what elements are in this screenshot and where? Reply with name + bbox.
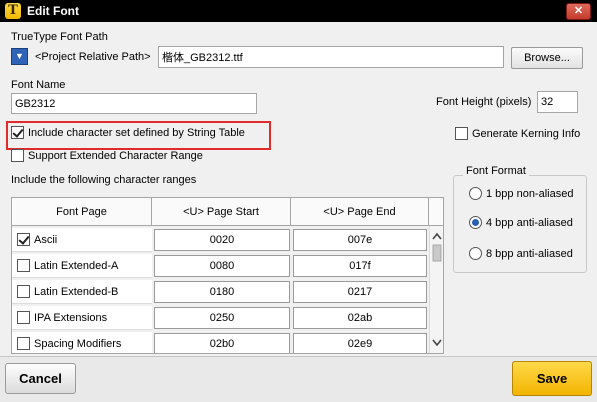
font-name-label: Font Name [11, 79, 66, 91]
row-checkbox[interactable] [17, 337, 30, 350]
format-label-8bpp: 8 bpp anti-aliased [486, 247, 573, 260]
path-type-dropdown-icon[interactable]: ▼ [11, 48, 28, 65]
row-page-end[interactable]: 007e [293, 229, 427, 251]
row-page-start[interactable]: 0250 [154, 307, 290, 329]
include-string-table-label: Include character set defined by String … [28, 126, 245, 139]
window-title: Edit Font [27, 4, 79, 18]
radio-8bpp[interactable] [469, 247, 482, 260]
generate-kerning-option[interactable]: Generate Kerning Info [455, 127, 580, 140]
row-page-end[interactable]: 02ab [293, 307, 427, 329]
column-header-page-start[interactable]: <U> Page Start [152, 198, 291, 226]
row-page-end[interactable]: 017f [293, 255, 427, 277]
format-option-4bpp[interactable]: 4 bpp anti-aliased [469, 216, 573, 229]
extended-range-label: Support Extended Character Range [28, 149, 203, 162]
format-label-1bpp: 1 bpp non-aliased [486, 187, 574, 200]
character-ranges-table: Font Page <U> Page Start <U> Page End As… [11, 197, 444, 354]
radio-1bpp[interactable] [469, 187, 482, 200]
extended-range-option[interactable]: Support Extended Character Range [11, 149, 203, 162]
generate-kerning-label: Generate Kerning Info [472, 127, 581, 140]
scrollbar-arrows-icon[interactable] [430, 226, 444, 353]
row-font-page: Spacing Modifiers [34, 337, 122, 350]
row-page-start[interactable]: 0020 [154, 229, 290, 251]
row-page-start[interactable]: 0180 [154, 281, 290, 303]
path-type-label[interactable]: <Project Relative Path> [35, 51, 151, 63]
font-name-input[interactable]: GB2312 [11, 93, 257, 114]
save-button[interactable]: Save [512, 361, 592, 396]
footer-bar [0, 356, 597, 402]
column-header-font-page[interactable]: Font Page [12, 198, 152, 226]
font-height-input[interactable]: 32 [537, 91, 578, 113]
row-checkbox[interactable] [17, 233, 30, 246]
extended-range-checkbox[interactable] [11, 149, 24, 162]
row-page-start[interactable]: 02b0 [154, 333, 290, 353]
table-row-latin-extended-a[interactable]: Latin Extended-A [12, 254, 152, 278]
row-page-end[interactable]: 02e9 [293, 333, 427, 353]
font-path-label: TrueType Font Path [11, 31, 108, 43]
font-format-label: Font Format [463, 165, 529, 177]
row-checkbox[interactable] [17, 259, 30, 272]
format-label-4bpp: 4 bpp anti-aliased [486, 216, 573, 229]
row-font-page: Latin Extended-B [34, 285, 119, 298]
table-row-spacing-modifiers[interactable]: Spacing Modifiers [12, 332, 152, 353]
app-logo-icon: T [5, 3, 21, 19]
generate-kerning-checkbox[interactable] [455, 127, 468, 140]
column-header-page-end[interactable]: <U> Page End [291, 198, 429, 226]
font-height-label: Font Height (pixels) [436, 96, 532, 108]
format-option-8bpp[interactable]: 8 bpp anti-aliased [469, 247, 573, 260]
table-row-ipa-extensions[interactable]: IPA Extensions [12, 306, 152, 330]
title-bar: T Edit Font [0, 0, 597, 22]
row-checkbox[interactable] [17, 285, 30, 298]
row-font-page: Ascii [34, 233, 58, 246]
row-page-start[interactable]: 0080 [154, 255, 290, 277]
table-row-latin-extended-b[interactable]: Latin Extended-B [12, 280, 152, 304]
format-option-1bpp[interactable]: 1 bpp non-aliased [469, 187, 573, 200]
row-page-end[interactable]: 0217 [293, 281, 427, 303]
ranges-label: Include the following character ranges [11, 174, 197, 186]
radio-4bpp[interactable] [469, 216, 482, 229]
header-spacer [429, 198, 443, 226]
row-font-page: Latin Extended-A [34, 259, 119, 272]
include-string-table-option[interactable]: Include character set defined by String … [11, 126, 245, 139]
table-row-ascii[interactable]: Ascii [12, 228, 152, 252]
close-button[interactable]: ✕ [566, 3, 591, 20]
row-font-page: IPA Extensions [34, 311, 108, 324]
browse-button[interactable]: Browse... [511, 47, 583, 69]
table-scrollbar[interactable] [429, 226, 443, 353]
include-string-table-checkbox[interactable] [11, 126, 24, 139]
font-file-input[interactable]: 楷体_GB2312.ttf [158, 46, 504, 68]
row-checkbox[interactable] [17, 311, 30, 324]
cancel-button[interactable]: Cancel [5, 363, 76, 394]
